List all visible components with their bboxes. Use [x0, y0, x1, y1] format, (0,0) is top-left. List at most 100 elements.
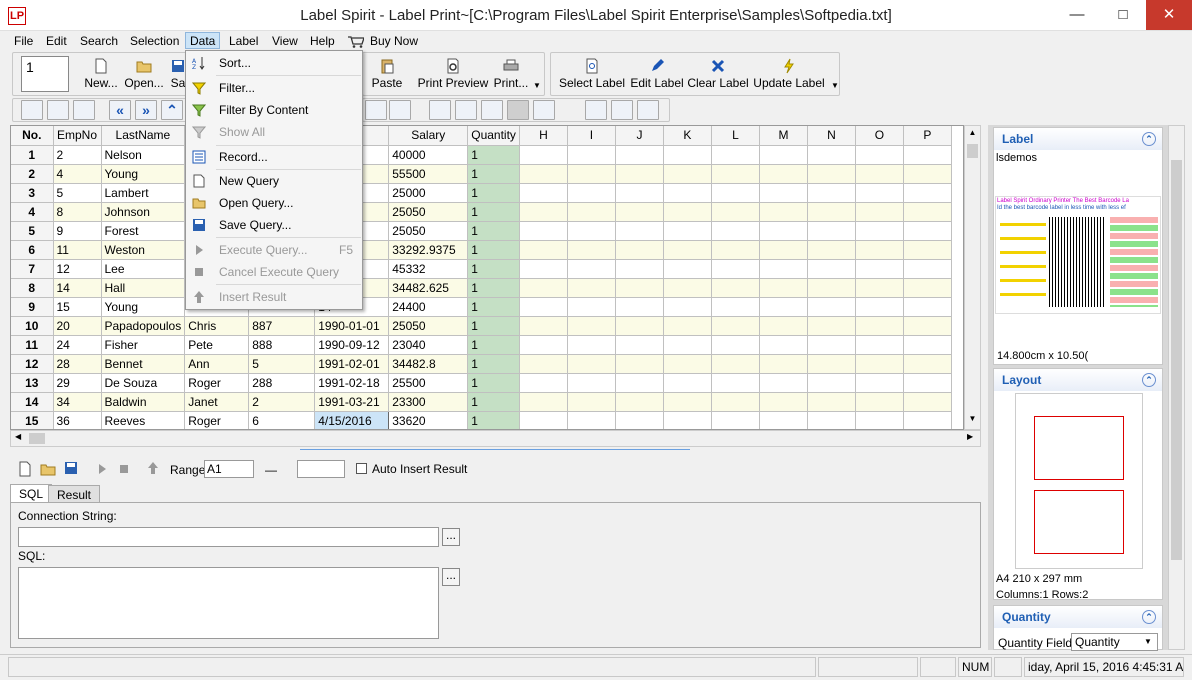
- grid-cell[interactable]: [855, 392, 904, 412]
- grid-cell[interactable]: 24400: [388, 297, 469, 317]
- grid-cell[interactable]: Pete: [184, 335, 250, 355]
- table-row[interactable]: 59Forest17250501: [11, 221, 952, 241]
- scroll-down-icon[interactable]: ▼: [966, 414, 979, 428]
- grid-cell[interactable]: [567, 202, 616, 222]
- right-panel-scrollbar[interactable]: [1168, 125, 1185, 650]
- grid-cell[interactable]: [567, 411, 616, 429]
- grid-cell[interactable]: [903, 183, 952, 203]
- grid-cell[interactable]: 25050: [388, 221, 469, 241]
- grid-cell[interactable]: [615, 145, 664, 165]
- grid-cell[interactable]: [807, 202, 856, 222]
- menu-data[interactable]: Data: [185, 32, 221, 49]
- grid-cell[interactable]: [615, 164, 664, 184]
- grid-cell[interactable]: 25500: [388, 373, 469, 393]
- grid-cell[interactable]: Reeves: [101, 411, 186, 429]
- table-row[interactable]: 611Weston1733292.93751: [11, 240, 952, 260]
- grid-cell[interactable]: [759, 316, 808, 336]
- grid-cell[interactable]: 9: [53, 221, 102, 241]
- grid-cell[interactable]: [567, 221, 616, 241]
- grid-cell[interactable]: [567, 297, 616, 317]
- grid-cell[interactable]: [855, 354, 904, 374]
- grid-cell[interactable]: 1: [467, 373, 520, 393]
- grid-cell[interactable]: 25050: [388, 202, 469, 222]
- grid-cell[interactable]: [663, 316, 712, 336]
- collapse-icon[interactable]: ⌃: [1142, 132, 1156, 146]
- open-button[interactable]: Open...: [123, 55, 165, 93]
- grid-cell[interactable]: [855, 259, 904, 279]
- column-header[interactable]: No.: [11, 126, 54, 146]
- grid-cell[interactable]: [807, 259, 856, 279]
- grid-cell[interactable]: [759, 278, 808, 298]
- menu-search[interactable]: Search: [76, 33, 122, 50]
- column-header[interactable]: P: [903, 126, 952, 146]
- grid-cell[interactable]: 5: [53, 183, 102, 203]
- grid-cell[interactable]: [567, 183, 616, 203]
- grid-cell[interactable]: [663, 411, 712, 429]
- grid-horizontal-scroll-thumb[interactable]: [29, 433, 45, 444]
- insert-row-icon[interactable]: [365, 100, 387, 120]
- table-row[interactable]: 712Lee01453321: [11, 259, 952, 279]
- grid-cell[interactable]: Bennet: [101, 354, 186, 374]
- grid-cell[interactable]: [855, 221, 904, 241]
- sql-text-area[interactable]: [18, 567, 439, 639]
- grid-cell[interactable]: Roger: [184, 411, 250, 429]
- grid-cell[interactable]: [519, 202, 568, 222]
- grid-cell[interactable]: [567, 164, 616, 184]
- table-row[interactable]: 13 29 De Souza Roger 288 1991-02-18 25500 1: [11, 373, 952, 393]
- grid-cell[interactable]: [807, 164, 856, 184]
- grid-cell[interactable]: 1990-01-01: [314, 316, 390, 336]
- scroll-right-icon[interactable]: ▶: [967, 432, 973, 441]
- print-button[interactable]: Print...: [493, 55, 529, 93]
- execute-icon[interactable]: [96, 463, 108, 475]
- grid-cell[interactable]: 40000: [388, 145, 469, 165]
- grid-cell[interactable]: [711, 259, 760, 279]
- grid-cell[interactable]: 23040: [388, 335, 469, 355]
- grid-cell[interactable]: 33292.9375: [388, 240, 469, 260]
- grid-cell[interactable]: [519, 259, 568, 279]
- grid-cell[interactable]: [519, 183, 568, 203]
- grid-cell[interactable]: [615, 240, 664, 260]
- sort-icon[interactable]: [429, 100, 451, 120]
- grid-cell[interactable]: [567, 145, 616, 165]
- connection-browse-button[interactable]: ...: [442, 528, 460, 546]
- grid-cell[interactable]: [567, 354, 616, 374]
- grid-cell[interactable]: [807, 278, 856, 298]
- column-header[interactable]: J: [615, 126, 664, 146]
- quantity-field-select[interactable]: Quantity ▼: [1071, 633, 1158, 651]
- table-row[interactable]: 35Lambert06250001: [11, 183, 952, 203]
- layout-panel-header[interactable]: Layout ⌃: [994, 369, 1162, 391]
- grid-cell[interactable]: 1: [467, 392, 520, 412]
- grid-cell[interactable]: Chris: [184, 316, 250, 336]
- grid-cell[interactable]: [519, 297, 568, 317]
- grid-cell[interactable]: [567, 278, 616, 298]
- toolbar-print-overflow-icon[interactable]: ▼: [533, 81, 541, 90]
- table-row[interactable]: 10 20 Papadopoulos Chris 887 1990-01-01 25050 1: [11, 316, 952, 336]
- grid-cell[interactable]: 33620: [388, 411, 469, 429]
- insert-result-icon[interactable]: [146, 461, 160, 475]
- grid-cell[interactable]: [711, 411, 760, 429]
- grid-cell[interactable]: 2: [53, 145, 102, 165]
- grid-cell[interactable]: [519, 316, 568, 336]
- grid-cell[interactable]: [519, 335, 568, 355]
- grid-cell[interactable]: 1: [467, 183, 520, 203]
- connection-string-input[interactable]: [18, 527, 439, 547]
- grid-cell[interactable]: [903, 297, 952, 317]
- column-header[interactable]: I: [567, 126, 616, 146]
- table-row[interactable]: 915Young14244001: [11, 297, 952, 317]
- grid-cell[interactable]: [807, 297, 856, 317]
- grid-cell[interactable]: [759, 373, 808, 393]
- last-record-icon[interactable]: »: [135, 100, 157, 120]
- replace-icon[interactable]: [637, 100, 659, 120]
- grid-cell[interactable]: 888: [248, 335, 316, 355]
- grid-cell[interactable]: [663, 240, 712, 260]
- minimize-icon[interactable]: —: [1054, 0, 1100, 30]
- grid-cell[interactable]: Lambert: [101, 183, 186, 203]
- filter-by-content-icon[interactable]: [481, 100, 503, 120]
- grid-cell[interactable]: [903, 164, 952, 184]
- table-row[interactable]: 48Johnson05250501: [11, 202, 952, 222]
- grid-cell[interactable]: [903, 411, 952, 429]
- save-query-icon[interactable]: [64, 461, 78, 475]
- grid-cell[interactable]: [519, 278, 568, 298]
- grid-cell[interactable]: [519, 221, 568, 241]
- grid-cell[interactable]: Roger: [184, 373, 250, 393]
